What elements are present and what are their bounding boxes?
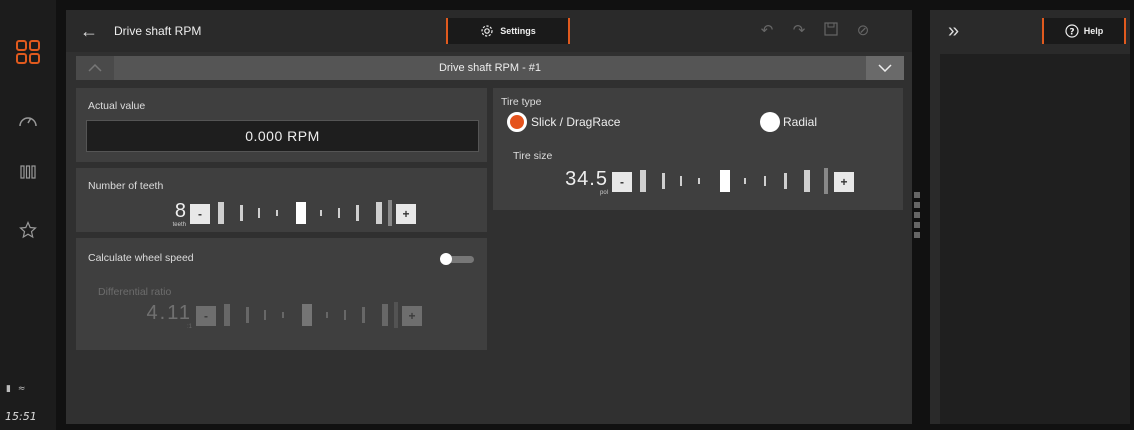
radio-slick[interactable]	[507, 112, 527, 132]
back-arrow-icon[interactable]: ←	[80, 22, 98, 40]
tire-type-label: Tire type	[501, 96, 542, 108]
actual-value-label: Actual value	[88, 100, 146, 112]
help-label: Help	[1083, 26, 1104, 36]
tire-size-label: Tire size	[513, 150, 553, 162]
right-panel: » ? Help	[930, 10, 1130, 424]
page-title: Drive shaft RPM	[114, 24, 202, 38]
main-panel: ← Drive shaft RPM Settings ↶ ↷ ⊘ Drive s…	[66, 10, 912, 424]
clock: 15:51	[5, 410, 37, 423]
gear-icon	[481, 25, 493, 37]
help-icon: ?	[1065, 24, 1079, 38]
radio-radial[interactable]	[760, 112, 780, 132]
undo-icon[interactable]: ↶	[758, 22, 776, 40]
cancel-icon[interactable]: ⊘	[854, 22, 872, 40]
tire-size-unit: pol	[599, 190, 608, 196]
tire-minus-button[interactable]: -	[612, 172, 632, 192]
selector-value: Drive shaft RPM - #1	[438, 62, 542, 74]
wheel-speed-panel: Calculate wheel speed Differential ratio…	[76, 238, 487, 350]
apps-grid-icon[interactable]	[14, 38, 42, 66]
wifi-icon: ≈	[17, 384, 26, 394]
radio-radial-label[interactable]: Radial	[783, 115, 817, 129]
differential-ratio-stepper[interactable]: 4.11 :1 - +	[147, 302, 476, 330]
gauge-icon[interactable]	[14, 106, 42, 134]
help-content-area	[940, 54, 1130, 424]
star-icon[interactable]	[14, 216, 42, 244]
svg-text:?: ?	[1069, 28, 1074, 38]
tire-size-stepper[interactable]: 34.5 pol - +	[565, 168, 892, 196]
chevron-down-icon[interactable]	[866, 56, 904, 80]
instance-selector[interactable]: Drive shaft RPM - #1	[76, 56, 904, 80]
teeth-plus-button[interactable]: +	[396, 204, 416, 224]
tire-plus-button[interactable]: +	[834, 172, 854, 192]
differential-ratio-value: 4.11	[146, 302, 192, 324]
settings-label: Settings	[500, 26, 536, 36]
actual-value-panel: Actual value 0.000 RPM	[76, 88, 487, 162]
tire-size-value: 34.5	[565, 168, 608, 190]
radio-slick-label[interactable]: Slick / DragRace	[531, 115, 620, 129]
teeth-unit: teeth	[172, 222, 186, 228]
teeth-stepper[interactable]: 8 teeth - +	[173, 200, 470, 228]
differential-ratio-label: Differential ratio	[98, 286, 172, 298]
double-chevron-right-icon[interactable]: »	[948, 20, 959, 43]
actual-value-display: 0.000 RPM	[86, 120, 479, 152]
status-indicators: ▮ ≈	[6, 384, 25, 394]
left-rail: ▮ ≈ 15:51	[0, 0, 56, 430]
battery-icon: ▮	[6, 384, 11, 394]
wheel-speed-label: Calculate wheel speed	[88, 252, 194, 264]
tire-panel: Tire type Slick / DragRace Radial Tire s…	[493, 88, 903, 210]
teeth-label: Number of teeth	[88, 180, 164, 192]
teeth-panel: Number of teeth 8 teeth - +	[76, 168, 487, 232]
settings-button[interactable]: Settings	[446, 18, 570, 44]
differential-plus-button[interactable]: +	[402, 306, 422, 326]
differential-minus-button[interactable]: -	[196, 306, 216, 326]
save-icon[interactable]	[822, 22, 840, 40]
redo-icon[interactable]: ↷	[790, 22, 808, 40]
teeth-minus-button[interactable]: -	[190, 204, 210, 224]
columns-icon[interactable]	[14, 158, 42, 186]
help-button[interactable]: ? Help	[1042, 18, 1126, 44]
differential-ratio-unit: :1	[186, 324, 192, 330]
top-bar: ← Drive shaft RPM Settings ↶ ↷ ⊘	[66, 10, 912, 52]
wheel-speed-toggle[interactable]	[440, 253, 474, 265]
scroll-indicator[interactable]	[914, 192, 922, 242]
teeth-value: 8	[174, 200, 186, 222]
